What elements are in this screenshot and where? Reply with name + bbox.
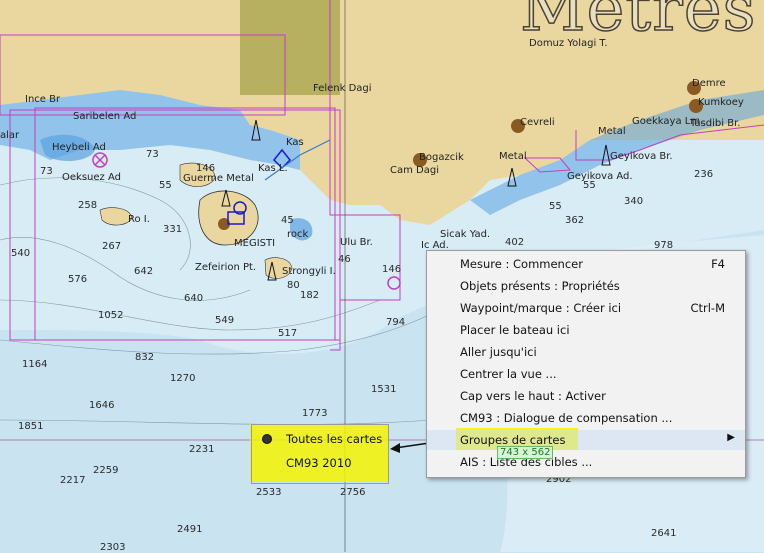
map-label: Oeksuez Ad [62, 172, 121, 183]
depth-sounding: 794 [386, 317, 406, 328]
map-label: Sicak Yad. [440, 229, 491, 240]
menu-item-objets-presents[interactable]: Objets présents : Propriétés [427, 276, 745, 296]
depth-sounding: 146 [382, 264, 402, 275]
depth-sounding: 402 [505, 237, 525, 248]
depth-sounding: 236 [694, 169, 714, 180]
menu-item-shortcut: Ctrl-M [690, 301, 725, 315]
depth-sounding: 55 [159, 180, 172, 191]
map-label: Bogazcik [419, 152, 464, 163]
depth-sounding: 55 [583, 180, 596, 191]
submenu-item-toutes-cartes[interactable]: Toutes les cartes [252, 428, 388, 450]
map-label: Felenk Dagi [313, 83, 372, 94]
map-label: Cam Dagi [390, 165, 439, 176]
map-label: Kumkoey [698, 97, 744, 108]
depth-sounding: 340 [624, 196, 644, 207]
map-label: Saribelen Ad [73, 111, 137, 122]
depth-sounding: 576 [68, 274, 88, 285]
depth-sounding: 1646 [89, 400, 115, 411]
menu-item-cm93-compensation[interactable]: CM93 : Dialogue de compensation ... [427, 408, 745, 428]
menu-item-label: Aller jusqu'ici [460, 345, 537, 359]
radio-selected-icon [262, 434, 272, 444]
map-label: Zefeirion Pt. [195, 262, 257, 273]
menu-item-groupes-cartes[interactable]: Groupes de cartes ▶ [427, 430, 745, 450]
depth-sounding: 640 [184, 293, 204, 304]
submenu-item-label: Toutes les cartes [286, 432, 383, 446]
map-label: Ince Br [25, 94, 61, 105]
submenu-arrow-icon: ▶ [727, 432, 735, 443]
menu-item-waypoint[interactable]: Waypoint/marque : Créer ici Ctrl-M [427, 298, 745, 318]
map-label: MEGISTI [234, 238, 276, 249]
depth-sounding: 2259 [93, 465, 119, 476]
menu-item-label: Groupes de cartes [460, 433, 566, 447]
depth-sounding: 540 [11, 248, 31, 259]
map-label: Cevreli [520, 117, 555, 128]
depth-sounding: 642 [134, 266, 154, 277]
menu-item-centrer-vue[interactable]: Centrer la vue ... [427, 364, 745, 384]
map-label: Geyikova Br. [610, 151, 673, 162]
menu-item-aller-jusquici[interactable]: Aller jusqu'ici [427, 342, 745, 362]
map-label: Tasdibi Br. [690, 118, 741, 129]
menu-item-label: Cap vers le haut : Activer [460, 389, 606, 403]
depth-sounding: 73 [146, 149, 159, 160]
map-label: Ulu Br. [340, 237, 373, 248]
map-label: Metal [499, 151, 527, 162]
map-label: Ro I. [128, 214, 150, 225]
map-label: Heybeli Ad [52, 142, 106, 153]
depth-sounding: 146 [196, 163, 216, 174]
menu-item-label: Placer le bateau ici [460, 323, 570, 337]
context-menu: Mesure : Commencer F4 Objets présents : … [426, 250, 746, 478]
depth-sounding: 549 [215, 315, 235, 326]
map-label: Metal [598, 126, 626, 137]
map-label: Demre [692, 78, 726, 89]
menu-item-label: Mesure : Commencer [460, 257, 583, 271]
depth-sounding: 267 [102, 241, 122, 252]
depth-sounding: 55 [549, 201, 562, 212]
menu-item-placer-bateau[interactable]: Placer le bateau ici [427, 320, 745, 340]
depth-sounding: 45 [281, 215, 294, 226]
map-label: rock [287, 229, 309, 240]
menu-item-label: CM93 : Dialogue de compensation ... [460, 411, 673, 425]
depth-sounding: 2231 [189, 444, 215, 455]
submenu-item-label: CM93 2010 [286, 456, 352, 470]
menu-item-shortcut: F4 [711, 257, 725, 271]
depth-sounding: 517 [278, 328, 298, 339]
map-label: Kas L. [258, 163, 288, 174]
map-label: Strongyli I. [282, 266, 336, 277]
depth-sounding: 1773 [302, 408, 328, 419]
map-label: Domuz Yolagi T. [529, 38, 608, 49]
size-tooltip: 743 x 562 [497, 446, 554, 459]
menu-item-cap-haut[interactable]: Cap vers le haut : Activer [427, 386, 745, 406]
depth-sounding: 258 [78, 200, 98, 211]
menu-item-label: Centrer la vue ... [460, 367, 557, 381]
depth-sounding: 362 [565, 215, 585, 226]
depth-sounding: 2533 [256, 487, 282, 498]
submenu-item-cm93-2010[interactable]: CM93 2010 [252, 452, 388, 474]
depth-sounding: 2491 [177, 524, 203, 535]
depth-sounding: 73 [40, 166, 53, 177]
menu-item-label: Waypoint/marque : Créer ici [460, 301, 622, 315]
depth-sounding: 331 [163, 224, 183, 235]
depth-sounding: 1164 [22, 359, 48, 370]
map-label: Geyikova Ad. [567, 171, 633, 182]
depth-sounding: 832 [135, 352, 155, 363]
chart-groups-submenu: Toutes les cartes CM93 2010 [251, 424, 389, 484]
map-label: alar [0, 130, 20, 141]
depth-sounding: 1531 [371, 384, 397, 395]
menu-item-mesure[interactable]: Mesure : Commencer F4 [427, 254, 745, 274]
depth-sounding: 80 [287, 280, 300, 291]
depth-sounding: 1851 [18, 421, 44, 432]
depth-sounding: 46 [338, 254, 351, 265]
depth-sounding: 1052 [98, 310, 124, 321]
menu-item-label: Objets présents : Propriétés [460, 279, 620, 293]
map-label: Kas [286, 137, 304, 148]
depth-sounding: 2303 [100, 542, 126, 553]
depth-sounding: 2641 [651, 528, 677, 539]
depth-sounding: 1270 [170, 373, 196, 384]
map-label: Guerme Metal [183, 173, 254, 184]
menu-item-ais-liste[interactable]: AIS : Liste des cibles ... [427, 452, 745, 472]
depth-sounding: 2217 [60, 475, 86, 486]
depth-sounding: 2756 [340, 487, 366, 498]
depth-sounding: 182 [300, 290, 320, 301]
